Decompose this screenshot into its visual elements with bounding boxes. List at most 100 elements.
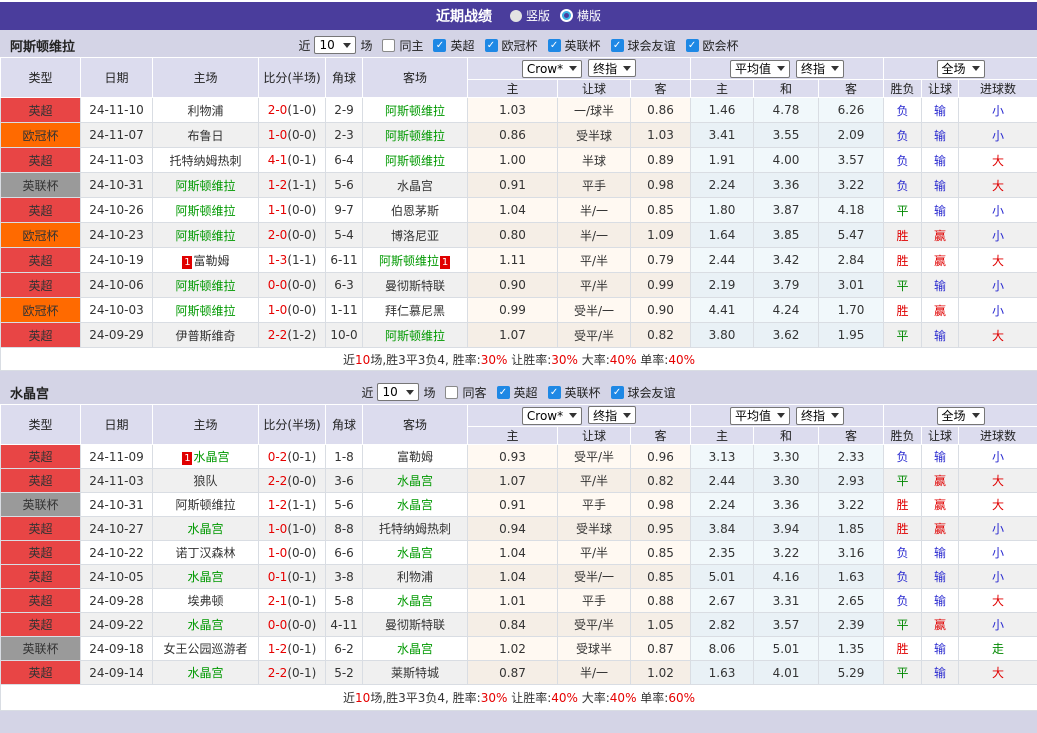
summary-text: 大率: (577, 352, 610, 367)
avg-away-odds-cell: 1.63 (818, 564, 885, 589)
average-select-value: 平均值 (735, 409, 772, 423)
home-team-name: 阿斯顿维拉 (175, 228, 236, 243)
goals-result-cell: 小 (958, 222, 1037, 248)
score-cell: 2-0(0-0) (258, 222, 326, 248)
avg-away-odds-cell: 3.22 (818, 492, 885, 517)
goals-result-cell: 小 (958, 444, 1037, 469)
league-filter-checkbox[interactable]: ✓ (610, 38, 624, 52)
avg-home-odds-cell: 2.44 (690, 247, 755, 273)
league-filter-checkbox[interactable]: ✓ (484, 38, 498, 52)
avg-home-odds-cell: 1.91 (690, 147, 755, 173)
goals-result-cell: 大 (958, 322, 1037, 348)
home-team-name: 水晶宫 (187, 618, 224, 632)
final-odds-select[interactable]: 终指 (796, 59, 845, 78)
fulltime-select[interactable]: 全场 (936, 406, 985, 425)
avg-draw-odds-cell: 3.85 (753, 222, 820, 248)
handicap-cell: 平/半 (557, 272, 631, 298)
layout-radio-vertical[interactable]: 竖版 (509, 7, 550, 24)
league-filter-checkbox[interactable]: ✓ (610, 385, 624, 399)
league-filter-checkbox[interactable]: ✓ (496, 385, 510, 399)
match-date-cell: 24-09-29 (80, 322, 153, 348)
bookmaker-select[interactable]: Crow* (521, 406, 583, 425)
handicap-cell: 一/球半 (557, 97, 631, 123)
home-team-cell: 阿斯顿维拉 (152, 172, 259, 198)
average-select[interactable]: 平均值 (730, 406, 791, 425)
score-cell: 1-3(1-1) (258, 247, 326, 273)
sub-column-header: 客 (629, 426, 692, 445)
league-type-cell: 英超 (0, 197, 81, 223)
avg-home-odds-cell: 4.41 (690, 297, 755, 323)
chevron-down-icon (343, 42, 352, 48)
sub-column-header: 客 (818, 426, 885, 445)
tables-container: 阿斯顿维拉近 10 场同主 ✓ 英超 ✓ 欧冠杯 ✓ 英联杯 ✓ 球会友谊 ✓ 欧会杯 类型 日期 主场 比分(… (0, 30, 1037, 711)
avg-away-odds-cell: 2.39 (818, 612, 885, 637)
bookmaker-select[interactable]: Crow* (521, 59, 583, 78)
handicap-cell: 平手 (557, 588, 631, 613)
results-table: 类型 日期 主场 比分(半场) 角球 客场 Crow* 终指 平均值 终指 全场主让球客主和客胜负让… (0, 404, 1037, 711)
sub-column-header: 客 (629, 79, 692, 98)
match-row: 英超 24-09-22 水晶宫 0-0(0-0) 4-11 曼彻斯特联 0.84 受平/半 1.… (0, 612, 1037, 637)
away-odds-cell: 1.05 (629, 612, 692, 637)
match-row: 英超 24-10-19 1 富勒姆 1-3(1-1) 6-11 阿斯顿维拉 1 1.11 平/半 0… (0, 247, 1037, 273)
sub-column-header: 客 (818, 79, 885, 98)
half-time-score: (0-0) (287, 128, 317, 142)
home-team-name: 利物浦 (187, 103, 224, 118)
average-select-value: 平均值 (735, 62, 772, 76)
away-team-cell: 阿斯顿维拉 (362, 122, 468, 148)
league-filter-checkbox[interactable]: ✓ (433, 38, 447, 52)
final-odds-select-value: 终指 (801, 62, 826, 76)
final-odds-select[interactable]: 终指 (796, 406, 845, 425)
avg-away-odds-cell: 2.84 (818, 247, 885, 273)
match-count-select[interactable]: 10 (314, 36, 357, 54)
league-filter-checkbox[interactable]: ✓ (547, 385, 561, 399)
handicap-result-cell: 输 (921, 588, 960, 613)
home-odds-cell: 1.04 (467, 564, 558, 589)
league-filter-checkbox[interactable]: ✓ (547, 38, 561, 52)
corner-count-cell: 6-2 (325, 636, 363, 661)
home-odds-cell: 0.93 (467, 444, 558, 469)
league-type-cell: 英超 (0, 97, 81, 123)
final-odds-select[interactable]: 终指 (588, 59, 637, 78)
away-team-name: 阿斯顿维拉 (384, 328, 445, 343)
league-type-cell: 英联杯 (0, 492, 81, 517)
match-count-select[interactable]: 10 (377, 383, 420, 401)
avg-home-odds-cell: 3.80 (690, 322, 755, 348)
home-team-cell: 利物浦 (152, 97, 259, 123)
corner-count-cell: 9-7 (325, 197, 363, 223)
away-odds-cell: 0.87 (629, 636, 692, 661)
corner-count-cell: 2-3 (325, 122, 363, 148)
home-team-cell: 阿斯顿维拉 (152, 297, 259, 323)
league-type-cell: 英超 (0, 247, 81, 273)
avg-home-odds-cell: 5.01 (690, 564, 755, 589)
win-draw-loss-cell: 负 (883, 147, 923, 173)
home-team-name: 布鲁日 (187, 128, 224, 143)
handicap-result-cell: 输 (921, 322, 960, 348)
away-team-name: 阿斯顿维拉 (384, 153, 445, 168)
fulltime-select-value: 全场 (941, 409, 966, 423)
half-time-score: (0-1) (287, 153, 317, 167)
avg-home-odds-cell: 3.84 (690, 516, 755, 541)
same-venue-checkbox[interactable] (445, 385, 459, 399)
avg-draw-odds-cell: 3.94 (753, 516, 820, 541)
league-filter-checkbox[interactable]: ✓ (685, 38, 699, 52)
full-time-score: 1-1 (267, 203, 288, 217)
chevron-down-icon (831, 66, 840, 71)
match-date-cell: 24-10-27 (80, 516, 153, 541)
fulltime-select[interactable]: 全场 (936, 59, 985, 78)
away-odds-cell: 0.99 (629, 272, 692, 298)
column-header-score: 比分(半场) (258, 404, 326, 445)
average-select[interactable]: 平均值 (730, 59, 791, 78)
avg-home-odds-cell: 1.80 (690, 197, 755, 223)
same-venue-checkbox[interactable] (382, 38, 396, 52)
half-time-score: (1-0) (287, 103, 317, 117)
layout-radio-horizontal[interactable]: 横版 (560, 7, 601, 24)
full-time-score: 2-0 (267, 228, 288, 242)
chevron-down-icon (777, 413, 786, 418)
final-odds-select[interactable]: 终指 (588, 406, 637, 425)
match-date-cell: 24-10-31 (80, 492, 153, 517)
team-name: 水晶宫 (10, 386, 50, 402)
away-team-cell: 托特纳姆热刺 (362, 516, 468, 541)
away-team-cell: 水晶宫 (362, 172, 468, 198)
table-title-row: 水晶宫近 10 场同客 ✓ 英超 ✓ 英联杯 ✓ 球会友谊 (0, 380, 1037, 404)
home-odds-cell: 0.84 (467, 612, 558, 637)
